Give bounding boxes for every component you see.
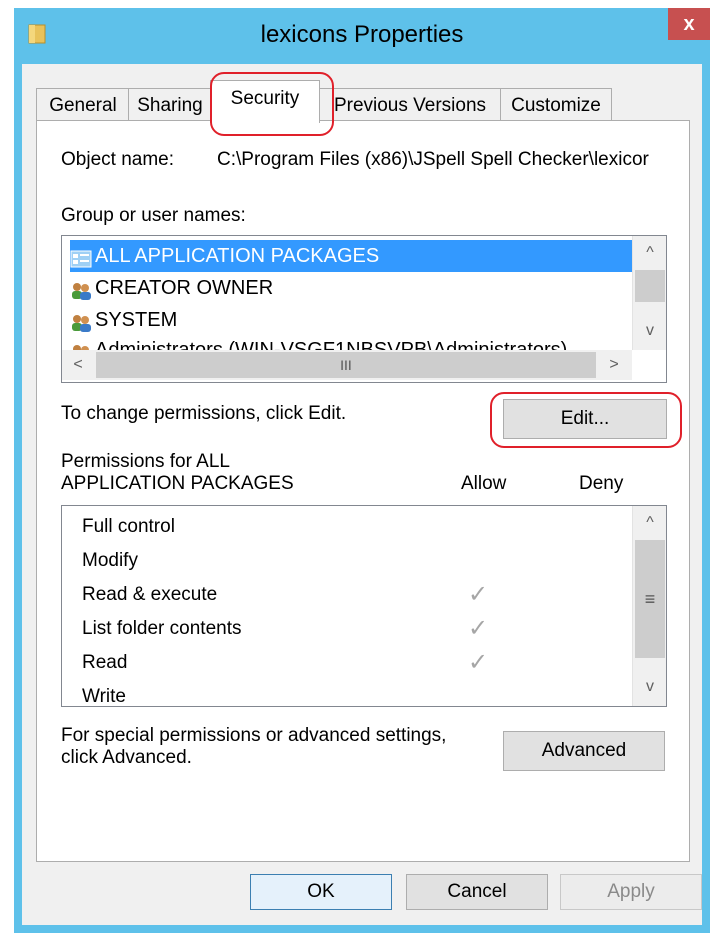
cancel-button[interactable]: Cancel [406, 874, 548, 910]
app-packages-icon [70, 247, 92, 268]
permissions-for-principal: APPLICATION PACKAGES [61, 473, 294, 494]
tab-security[interactable]: Security [210, 80, 320, 123]
permission-row: List folder contents [82, 618, 242, 639]
users-icon [70, 341, 92, 350]
edit-button[interactable]: Edit... [503, 399, 667, 439]
user-list: ALL APPLICATION PACKAGES CREATOR OWNER S… [61, 235, 667, 383]
apply-button[interactable]: Apply [560, 874, 702, 910]
group-or-user-names-label: Group or user names: [61, 205, 246, 226]
dialog-body: General Sharing Security Previous Versio… [22, 64, 702, 925]
user-row[interactable]: CREATOR OWNER [70, 272, 273, 304]
scroll-up-icon[interactable]: ^ [634, 238, 666, 268]
tab-customize[interactable]: Customize [500, 88, 612, 121]
user-row[interactable]: Administrators (WIN-VSGF1NBSVPB\Administ… [70, 334, 567, 350]
ok-button[interactable]: OK [250, 874, 392, 910]
permission-row: Read [82, 652, 128, 673]
tab-previous-versions[interactable]: Previous Versions [318, 88, 502, 121]
user-row[interactable]: SYSTEM [70, 304, 177, 336]
title-bar: lexicons Properties x [14, 8, 710, 64]
users-icon [70, 279, 92, 300]
object-name-value: C:\Program Files (x86)\JSpell Spell Chec… [217, 149, 649, 170]
horizontal-scroll-thumb[interactable]: III [96, 352, 596, 378]
allow-column-header: Allow [461, 473, 507, 494]
advanced-button[interactable]: Advanced [503, 731, 665, 771]
permission-row: Full control [82, 516, 175, 537]
user-name: Administrators (WIN-VSGF1NBSVPB\Administ… [95, 339, 568, 350]
permission-row: Write [82, 686, 126, 707]
scroll-down-icon[interactable]: v [634, 672, 666, 702]
advanced-hint-line1: For special permissions or advanced sett… [61, 725, 447, 746]
permissions-list: Full control Modify Read & execute List … [61, 505, 667, 707]
scroll-right-icon[interactable]: > [598, 350, 630, 380]
deny-column-header: Deny [579, 473, 624, 494]
instruction-caption-fragment [0, 0, 721, 8]
tab-general[interactable]: General [36, 88, 130, 121]
user-row[interactable]: ALL APPLICATION PACKAGES [70, 240, 636, 272]
scroll-thumb[interactable] [635, 270, 665, 302]
permissions-for-label: Permissions for ALL [61, 451, 230, 472]
tab-sharing[interactable]: Sharing [128, 88, 212, 121]
close-button[interactable]: x [668, 8, 710, 40]
allow-checkmark-icon: ✓ [468, 649, 489, 676]
user-name: SYSTEM [95, 309, 178, 331]
properties-dialog: lexicons Properties x General Sharing Se… [14, 8, 710, 933]
permissions-vertical-scrollbar[interactable]: ^ ≡ v [632, 506, 666, 706]
object-name-label: Object name: [61, 149, 174, 170]
advanced-hint-line2: click Advanced. [61, 747, 192, 768]
allow-checkmark-icon: ✓ [468, 615, 489, 642]
allow-checkmark-icon: ✓ [468, 581, 489, 608]
user-name: CREATOR OWNER [95, 277, 274, 299]
scroll-down-icon[interactable]: v [634, 316, 666, 346]
user-name: ALL APPLICATION PACKAGES [95, 245, 380, 267]
window-title: lexicons Properties [260, 21, 464, 48]
security-panel: Object name: C:\Program Files (x86)\JSpe… [36, 120, 690, 862]
users-icon [70, 311, 92, 332]
user-list-vertical-scrollbar[interactable]: ^ v [632, 236, 666, 350]
scroll-up-icon[interactable]: ^ [634, 508, 666, 538]
permission-row: Read & execute [82, 584, 218, 605]
scroll-left-icon[interactable]: < [62, 350, 94, 380]
permission-row: Modify [82, 550, 138, 571]
change-permissions-text: To change permissions, click Edit. [61, 403, 347, 424]
user-list-horizontal-scrollbar[interactable]: < III > [62, 350, 632, 380]
scroll-thumb[interactable]: ≡ [635, 540, 665, 658]
